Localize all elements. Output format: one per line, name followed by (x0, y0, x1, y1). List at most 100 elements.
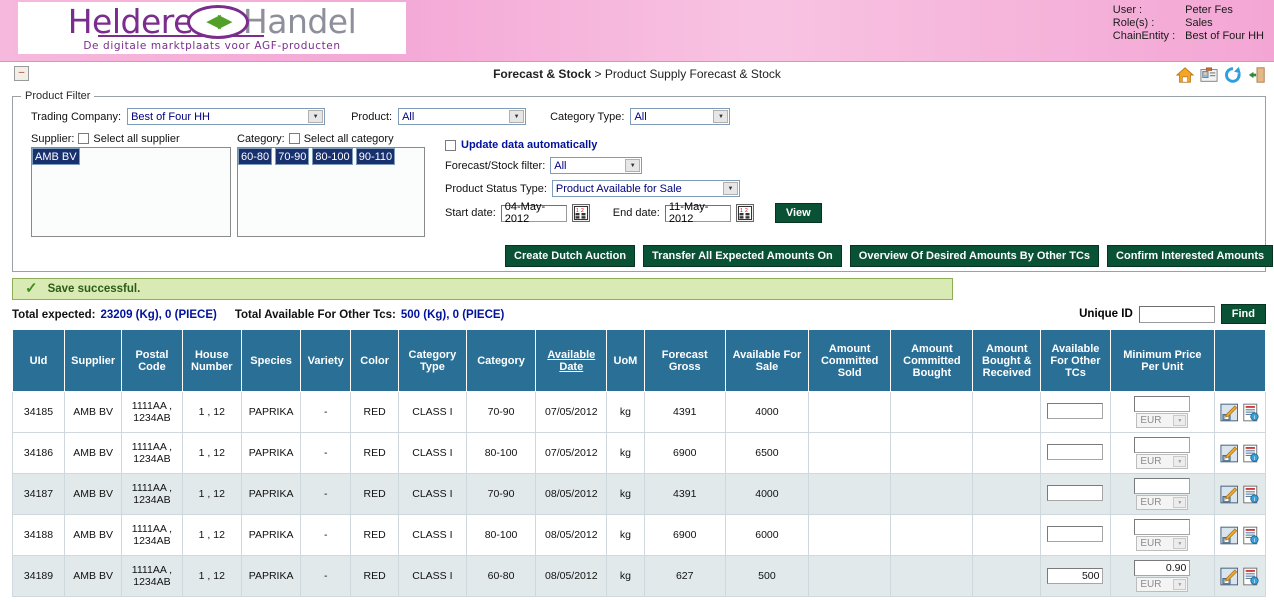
cell-variety: - (300, 391, 352, 433)
cell-available-for-sale: 6500 (724, 432, 810, 474)
cell-uid: 34185 (11, 391, 66, 433)
save-edit-icon[interactable] (1220, 526, 1239, 545)
trading-company-select[interactable]: Best of Four HH ▼ (127, 108, 326, 125)
column-header-category-type[interactable]: Category Type (398, 329, 467, 392)
chevron-down-icon[interactable]: ▼ (713, 110, 729, 123)
column-header-available-date[interactable]: Available Date (535, 329, 608, 392)
calendar-icon[interactable]: 1 2 (571, 204, 590, 222)
column-header-amount-bought-received[interactable]: Amount Bought & Received (972, 329, 1042, 392)
available-other-tcs-input[interactable] (1047, 525, 1104, 542)
home-icon[interactable] (1176, 66, 1194, 84)
column-header-amount-committed-bought[interactable]: Amount Committed Bought (890, 329, 974, 392)
list-item[interactable]: 80-100 (312, 148, 353, 165)
profile-card-icon[interactable] (1200, 66, 1218, 84)
column-header-color[interactable]: Color (350, 329, 400, 392)
currency-select[interactable]: EUR ▼ (1136, 536, 1189, 551)
chevron-down-icon[interactable]: ▼ (1173, 579, 1187, 590)
confirm-interested-amounts-button[interactable]: Confirm Interested Amounts (1107, 245, 1274, 267)
end-date-label: End date: (612, 207, 660, 219)
details-info-icon[interactable]: i (1241, 567, 1260, 586)
details-info-icon[interactable]: i (1241, 485, 1260, 504)
chevron-down-icon[interactable]: ▼ (1173, 497, 1187, 508)
details-info-icon[interactable]: i (1241, 403, 1260, 422)
category-type-select[interactable]: All ▼ (630, 108, 731, 125)
list-item[interactable]: 90-110 (355, 148, 396, 165)
cell-amount-committed-sold (808, 555, 892, 597)
details-info-icon[interactable]: i (1241, 526, 1260, 545)
overview-desired-amounts-button[interactable]: Overview Of Desired Amounts By Other TCs (849, 245, 1100, 267)
table-row[interactable]: 34189 AMB BV 1111AA , 1234AB 1 , 12 PAPR… (11, 555, 1267, 597)
minimum-price-input[interactable] (1134, 478, 1191, 494)
unique-id-input[interactable] (1138, 305, 1215, 323)
minimum-price-input[interactable] (1134, 519, 1191, 535)
category-listbox[interactable]: 60-80 70-90 80-100 90-110 (237, 147, 425, 237)
table-row[interactable]: 34185 AMB BV 1111AA , 1234AB 1 , 12 PAPR… (11, 391, 1267, 433)
column-header-forecast-gross[interactable]: Forecast Gross (643, 329, 726, 392)
list-item[interactable]: 70-90 (275, 148, 310, 165)
save-edit-icon[interactable] (1220, 567, 1239, 586)
chevron-down-icon[interactable]: ▼ (1173, 415, 1187, 426)
end-date-input[interactable]: 11-May-2012 (664, 201, 731, 225)
available-other-tcs-input[interactable] (1047, 402, 1104, 419)
calendar-icon[interactable]: 1 2 (735, 204, 754, 222)
column-header-house-number[interactable]: House Number (181, 329, 242, 392)
table-row[interactable]: 34188 AMB BV 1111AA , 1234AB 1 , 12 PAPR… (11, 514, 1267, 556)
column-label: Amount Committed Sold (820, 342, 879, 379)
details-info-icon[interactable]: i (1241, 444, 1260, 463)
cell-available-for-sale: 4000 (724, 391, 810, 433)
table-row[interactable]: 34187 AMB BV 1111AA , 1234AB 1 , 12 PAPR… (11, 473, 1267, 515)
select-all-supplier-checkbox[interactable] (78, 133, 90, 144)
currency-select[interactable]: EUR ▼ (1136, 577, 1189, 592)
currency-select[interactable]: EUR ▼ (1136, 413, 1189, 428)
select-all-category-checkbox[interactable] (288, 133, 300, 144)
column-header-minimum-price-per-unit[interactable]: Minimum Price Per Unit (1109, 329, 1215, 392)
column-header-available-for-other-tcs[interactable]: Available For Other TCs (1040, 329, 1111, 392)
breadcrumb: Forecast & Stock > Product Supply Foreca… (0, 67, 1274, 81)
breadcrumb-parent[interactable]: Forecast & Stock (493, 67, 591, 81)
save-edit-icon[interactable] (1220, 403, 1239, 422)
column-header-variety[interactable]: Variety (300, 329, 352, 392)
minimum-price-input[interactable] (1134, 396, 1191, 412)
available-other-tcs-input[interactable] (1047, 443, 1104, 460)
product-select[interactable]: All ▼ (398, 108, 527, 125)
start-date-input[interactable]: 04-May-2012 (500, 201, 567, 225)
available-other-tcs-input[interactable]: 500 (1047, 568, 1104, 584)
column-header-supplier[interactable]: Supplier (64, 329, 123, 392)
chevron-down-icon[interactable]: ▼ (1173, 538, 1187, 549)
cell-forecast-gross: 6900 (643, 514, 726, 556)
update-data-automatically-checkbox[interactable] (445, 139, 456, 151)
minimum-price-input[interactable]: 0.90 (1134, 560, 1191, 576)
list-item[interactable]: AMB BV (32, 148, 80, 165)
logout-icon[interactable] (1248, 66, 1266, 84)
supplier-listbox[interactable]: AMB BV (31, 147, 231, 237)
refresh-icon[interactable] (1224, 66, 1242, 84)
find-button[interactable]: Find (1220, 304, 1266, 324)
available-other-tcs-input[interactable] (1047, 484, 1104, 501)
view-button[interactable]: View (774, 203, 822, 223)
forecast-stock-filter-select[interactable]: All ▼ (550, 157, 643, 174)
chevron-down-icon[interactable]: ▼ (308, 110, 324, 123)
cell-actions: i (1213, 473, 1267, 515)
product-status-type-select[interactable]: Product Available for Sale ▼ (551, 180, 740, 197)
column-header-uom[interactable]: UoM (606, 329, 645, 392)
column-header-category[interactable]: Category (465, 329, 537, 392)
list-item[interactable]: 60-80 (238, 148, 273, 165)
chevron-down-icon[interactable]: ▼ (722, 182, 738, 195)
transfer-all-expected-amounts-button[interactable]: Transfer All Expected Amounts On (643, 245, 842, 267)
minimum-price-input[interactable] (1134, 437, 1191, 453)
column-header-amount-committed-sold[interactable]: Amount Committed Sold (808, 329, 892, 392)
column-header-postal-code[interactable]: Postal Code (121, 329, 183, 392)
chevron-down-icon[interactable]: ▼ (1173, 456, 1187, 467)
create-dutch-auction-button[interactable]: Create Dutch Auction (505, 245, 636, 267)
breadcrumb-current: Product Supply Forecast & Stock (604, 67, 781, 81)
chevron-down-icon[interactable]: ▼ (509, 110, 525, 123)
column-header-species[interactable]: Species (240, 329, 302, 392)
currency-select[interactable]: EUR ▼ (1136, 495, 1189, 510)
column-header-available-for-sale[interactable]: Available For Sale (724, 329, 810, 392)
save-edit-icon[interactable] (1220, 444, 1239, 463)
currency-select[interactable]: EUR ▼ (1136, 454, 1189, 469)
chevron-down-icon[interactable]: ▼ (625, 159, 641, 172)
save-edit-icon[interactable] (1220, 485, 1239, 504)
table-row[interactable]: 34186 AMB BV 1111AA , 1234AB 1 , 12 PAPR… (11, 432, 1267, 474)
column-header-uid[interactable]: UId (11, 329, 66, 392)
